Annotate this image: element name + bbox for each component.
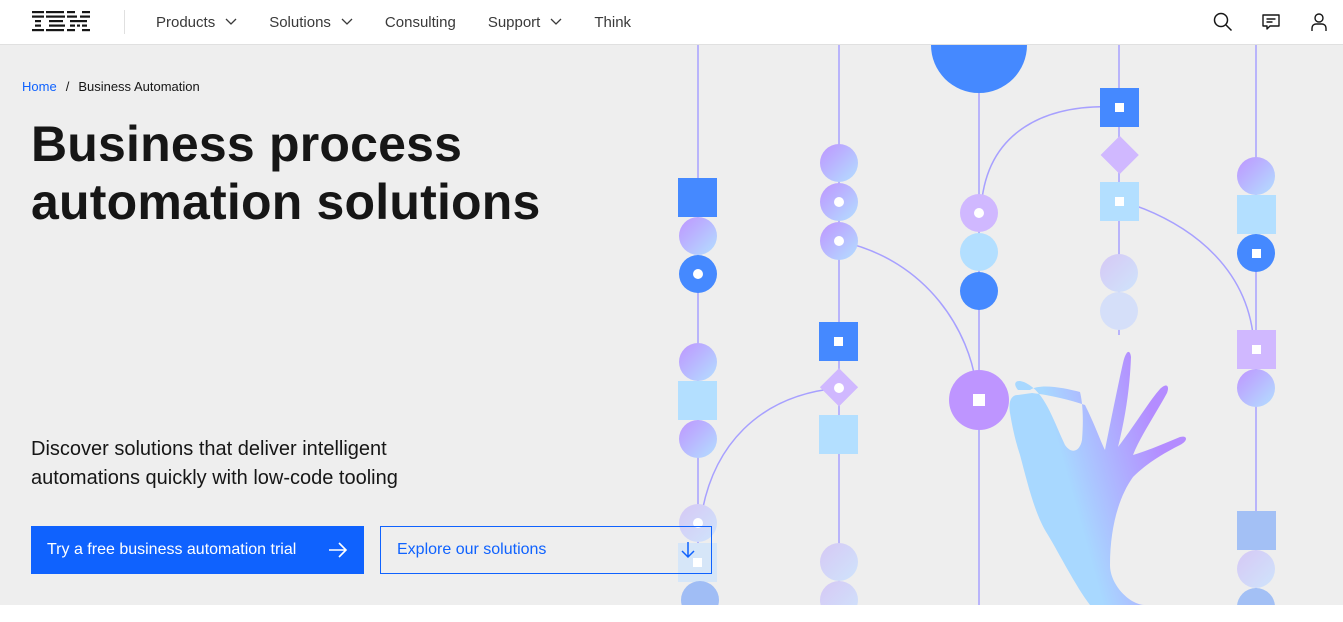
contact-button[interactable] bbox=[1247, 0, 1295, 44]
hero: Home / Business Automation Business proc… bbox=[0, 45, 1343, 605]
user-icon bbox=[1311, 13, 1327, 31]
search-icon bbox=[1213, 12, 1233, 32]
breadcrumb-current: Business Automation bbox=[78, 79, 200, 94]
hand-shape bbox=[1009, 351, 1186, 605]
chevron-down-icon bbox=[225, 18, 237, 25]
nav-item-label: Solutions bbox=[269, 13, 331, 31]
nav-item-think[interactable]: Think bbox=[578, 0, 647, 44]
hero-description: Discover solutions that deliver intellig… bbox=[31, 438, 398, 489]
breadcrumb: Home / Business Automation bbox=[22, 79, 200, 94]
connector-lines bbox=[697, 45, 1257, 605]
title-line-1: Business process bbox=[31, 116, 463, 172]
explore-solutions-button-label: Explore our solutions bbox=[397, 541, 547, 558]
page-title: Business process automation solutions bbox=[31, 115, 541, 231]
chevron-down-icon bbox=[341, 18, 353, 25]
breadcrumb-home-link[interactable]: Home bbox=[22, 79, 57, 94]
nav-item-products[interactable]: Products bbox=[140, 0, 253, 44]
chevron-down-icon bbox=[550, 18, 562, 25]
logo-divider bbox=[124, 10, 125, 34]
main-nav: Products Solutions Consulting Support Th… bbox=[140, 0, 647, 44]
nav-item-label: Products bbox=[156, 13, 216, 31]
profile-button[interactable] bbox=[1295, 0, 1343, 44]
arrow-right-icon bbox=[329, 542, 348, 558]
title-line-2: automation solutions bbox=[31, 174, 541, 230]
nav-item-support[interactable]: Support bbox=[472, 0, 579, 44]
utility-nav bbox=[1199, 0, 1343, 44]
arrow-down-icon bbox=[681, 542, 695, 559]
breadcrumb-separator: / bbox=[65, 79, 70, 94]
nav-item-consulting[interactable]: Consulting bbox=[369, 0, 472, 44]
hero-illustration bbox=[678, 45, 1276, 605]
chat-icon bbox=[1262, 14, 1280, 30]
nav-item-solutions[interactable]: Solutions bbox=[253, 0, 369, 44]
free-trial-button[interactable]: Try a free business automation trial bbox=[31, 526, 364, 574]
ibm-logo[interactable] bbox=[32, 10, 90, 34]
column-4-nodes bbox=[1100, 88, 1139, 330]
nav-item-label: Think bbox=[594, 13, 632, 31]
masthead: Products Solutions Consulting Support Th… bbox=[0, 0, 1343, 45]
free-trial-button-label: Try a free business automation trial bbox=[47, 541, 297, 558]
search-button[interactable] bbox=[1199, 0, 1247, 44]
nav-item-label: Consulting bbox=[384, 13, 456, 31]
nav-item-label: Support bbox=[487, 13, 541, 31]
explore-solutions-button[interactable]: Explore our solutions bbox=[380, 526, 712, 574]
column-5-nodes bbox=[1237, 157, 1276, 605]
